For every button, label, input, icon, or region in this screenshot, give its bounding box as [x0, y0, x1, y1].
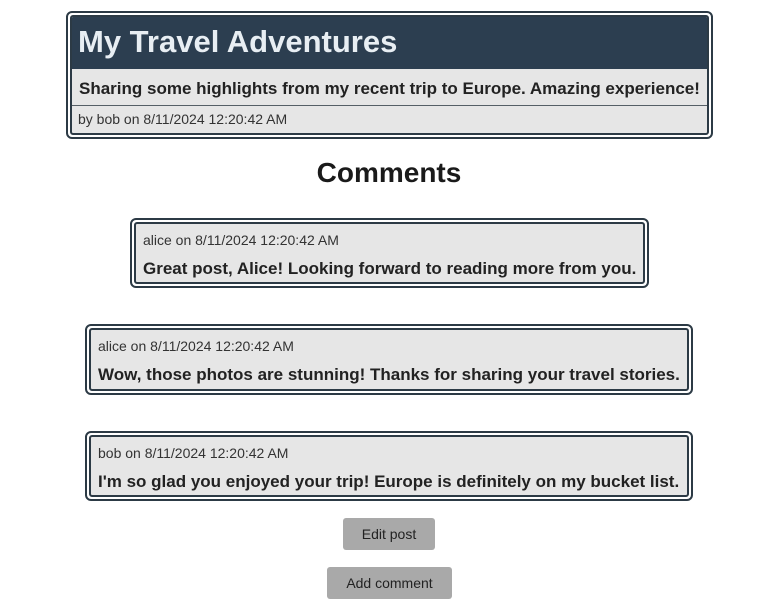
comment-meta: alice on 8/11/2024 12:20:42 AM — [143, 232, 339, 248]
comment-text: I'm so glad you enjoyed your trip! Europ… — [98, 472, 680, 491]
post-author-meta: by bob on 8/11/2024 12:20:42 AM — [78, 111, 288, 127]
post-card: My Travel Adventures Sharing some highli… — [66, 11, 713, 139]
page: My Travel Adventures Sharing some highli… — [0, 0, 773, 609]
comments-heading: Comments — [316, 157, 462, 188]
post-title: My Travel Adventures — [72, 17, 707, 69]
add-comment-button[interactable]: Add comment — [327, 567, 452, 599]
post-card-inner: My Travel Adventures Sharing some highli… — [70, 15, 709, 135]
post-body: Sharing some highlights from my recent t… — [79, 79, 700, 98]
comment-meta: bob on 8/11/2024 12:20:42 AM — [98, 445, 289, 461]
comment-card: bob on 8/11/2024 12:20:42 AM I'm so glad… — [85, 431, 693, 501]
comment-card-inner: alice on 8/11/2024 12:20:42 AM Wow, thos… — [89, 328, 689, 391]
comment-card: alice on 8/11/2024 12:20:42 AM Great pos… — [130, 218, 649, 288]
comment-card-inner: bob on 8/11/2024 12:20:42 AM I'm so glad… — [89, 435, 689, 497]
comment-meta: alice on 8/11/2024 12:20:42 AM — [98, 338, 294, 354]
comment-card: alice on 8/11/2024 12:20:42 AM Wow, thos… — [85, 324, 693, 395]
comment-card-inner: alice on 8/11/2024 12:20:42 AM Great pos… — [134, 222, 645, 284]
comment-text: Great post, Alice! Looking forward to re… — [143, 259, 637, 278]
comment-text: Wow, those photos are stunning! Thanks f… — [98, 365, 680, 384]
edit-post-button[interactable]: Edit post — [343, 518, 435, 550]
